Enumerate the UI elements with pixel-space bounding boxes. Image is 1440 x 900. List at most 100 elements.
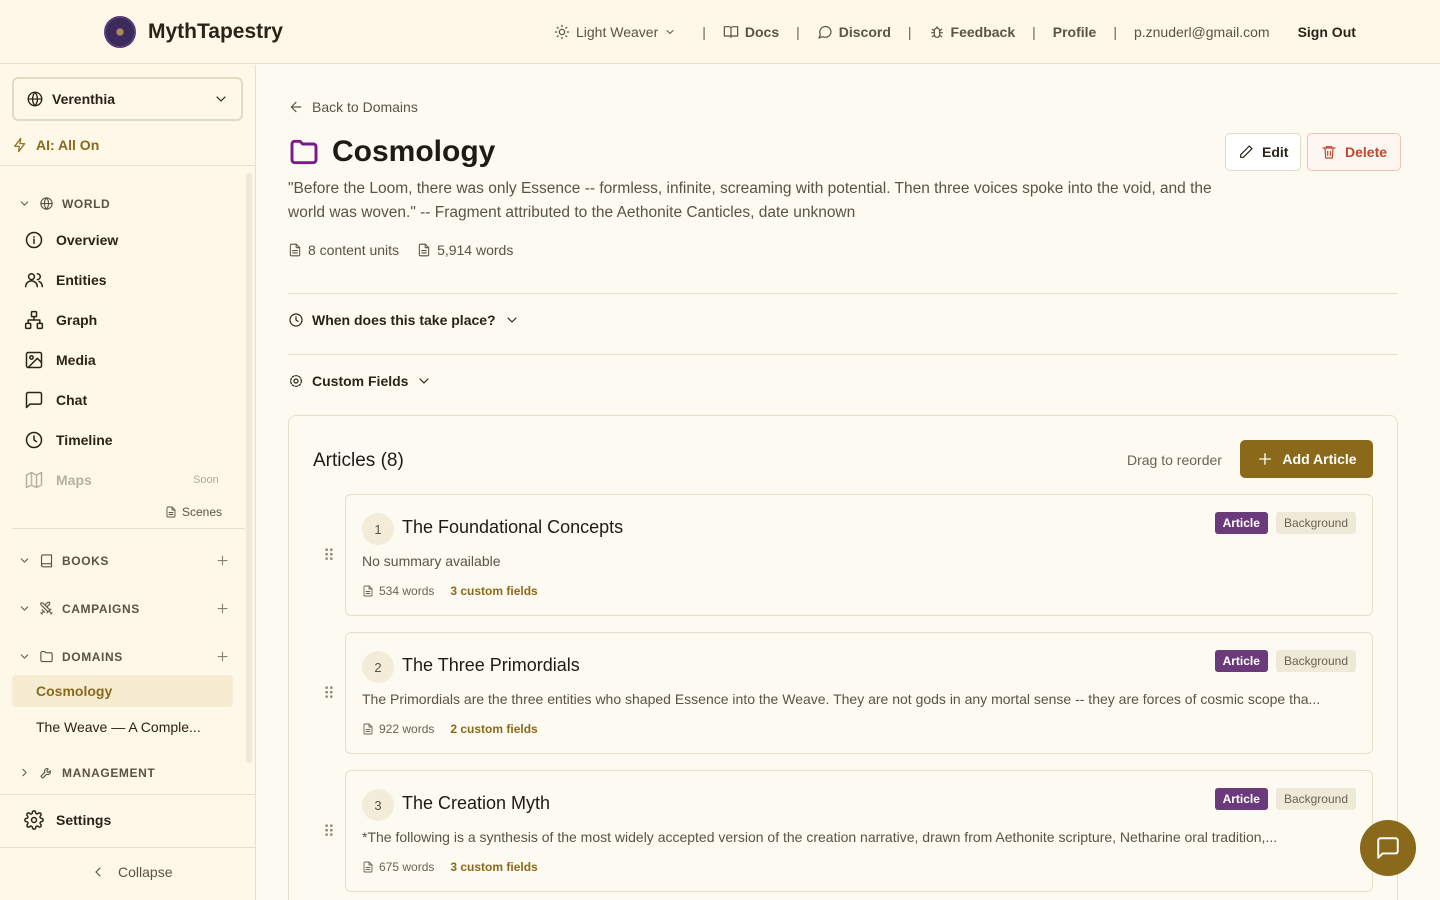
chevron-down-icon — [20, 606, 29, 611]
users-icon — [24, 273, 44, 288]
folder-icon — [40, 650, 53, 663]
feedback-label: Feedback — [950, 24, 1016, 40]
discord-link[interactable]: Discord — [817, 24, 891, 40]
collapse-button[interactable]: Collapse — [90, 864, 172, 880]
plus-icon[interactable] — [215, 553, 230, 568]
chevron-down-icon — [20, 654, 29, 659]
file-text-icon — [363, 585, 373, 597]
logo-icon[interactable] — [104, 16, 136, 48]
edit-button[interactable]: Edit — [1225, 133, 1302, 171]
badge-background: Background — [1275, 512, 1356, 534]
when-label: When does this take place? — [312, 312, 496, 328]
article-card[interactable]: 3 The Creation Myth Article Background *… — [345, 770, 1373, 892]
drag-handle-icon[interactable]: ⠿ — [323, 684, 335, 704]
section-management-label: MANAGEMENT — [62, 765, 156, 780]
article-summary: The Primordials are the three entities w… — [362, 691, 1321, 707]
sidebar-item-entities[interactable]: Entities — [24, 270, 224, 290]
content-units-label: 8 content units — [308, 242, 400, 258]
section-books[interactable]: BOOKS — [18, 553, 230, 568]
scenes-link[interactable]: Scenes — [165, 505, 222, 519]
page-title-row: Cosmology — [288, 135, 495, 169]
sidebar-item-timeline[interactable]: Timeline — [24, 430, 224, 450]
folder-icon — [290, 139, 318, 165]
drag-hint: Drag to reorder — [1127, 452, 1222, 468]
add-article-button[interactable]: Add Article — [1240, 440, 1373, 478]
top-nav: Light Weaver | Docs | Discord | Feedback… — [554, 0, 1356, 64]
book-open-icon — [723, 26, 739, 38]
chevron-right-icon — [22, 768, 27, 777]
ai-toggle[interactable]: AI: All On — [12, 137, 99, 153]
sun-icon — [554, 24, 570, 40]
sidebar-item-label: Graph — [56, 312, 98, 328]
sidebar-item-media[interactable]: Media — [24, 350, 224, 370]
article-card[interactable]: 2 The Three Primordials Article Backgrou… — [345, 632, 1373, 754]
user-email: p.znuderl@gmail.com — [1133, 24, 1270, 40]
sidebar-scrollbar[interactable] — [246, 173, 252, 763]
custom-fields-toggle[interactable]: Custom Fields — [288, 373, 432, 389]
section-divider — [288, 354, 1398, 355]
file-text-icon — [418, 243, 430, 257]
plus-icon[interactable] — [215, 649, 230, 664]
section-world[interactable]: WORLD — [18, 196, 230, 211]
sidebar-item-graph[interactable]: Graph — [24, 310, 224, 330]
custom-fields-count[interactable]: 3 custom fields — [450, 860, 537, 874]
custom-fields-count[interactable]: 3 custom fields — [450, 584, 537, 598]
sidebar-item-overview[interactable]: Overview — [24, 230, 224, 250]
article-summary: No summary available — [362, 553, 501, 569]
collapse-label: Collapse — [118, 864, 173, 880]
sign-out-button[interactable]: Sign Out — [1298, 24, 1356, 40]
sidebar-item-label: Media — [56, 352, 96, 368]
article-card[interactable]: 1 The Foundational Concepts Article Back… — [345, 494, 1373, 616]
world-selector[interactable]: Verenthia — [12, 77, 243, 121]
sidebar-item-label: Entities — [56, 272, 107, 288]
plus-icon[interactable] — [215, 601, 230, 616]
article-meta: 675 words 3 custom fields — [362, 860, 538, 874]
drag-handle-icon[interactable]: ⠿ — [323, 546, 335, 566]
theme-selector[interactable]: Light Weaver — [554, 24, 676, 40]
info-icon — [25, 231, 43, 249]
badge-article: Article — [1214, 650, 1268, 672]
delete-button[interactable]: Delete — [1307, 133, 1402, 171]
feedback-link[interactable]: Feedback — [929, 24, 1016, 40]
custom-fields-count[interactable]: 2 custom fields — [450, 722, 537, 736]
message-circle-icon — [818, 25, 832, 39]
pencil-icon — [1240, 145, 1253, 158]
content-units-stat: 8 content units — [288, 242, 399, 258]
badge-article: Article — [1214, 512, 1268, 534]
section-domains-label: DOMAINS — [62, 649, 123, 664]
clock-icon — [25, 431, 43, 449]
profile-link[interactable]: Profile — [1053, 24, 1097, 40]
docs-link[interactable]: Docs — [723, 24, 779, 40]
sidebar-domain-the-weave[interactable]: The Weave — A Comple... — [12, 711, 233, 743]
article-title[interactable]: The Creation Myth — [402, 793, 550, 814]
section-management[interactable]: MANAGEMENT — [18, 765, 230, 780]
sidebar-item-label: Chat — [56, 392, 88, 408]
image-icon — [25, 351, 43, 369]
sidebar: Verenthia AI: All On WORLD Overview Enti… — [0, 65, 256, 900]
when-toggle[interactable]: When does this take place? — [288, 312, 520, 328]
sidebar-item-chat[interactable]: Chat — [24, 390, 224, 410]
drag-handle-icon[interactable]: ⠿ — [323, 822, 335, 842]
sidebar-domain-cosmology[interactable]: Cosmology — [12, 675, 233, 707]
badge-article: Article — [1214, 788, 1268, 810]
section-domains[interactable]: DOMAINS — [18, 649, 230, 664]
section-divider — [288, 293, 1398, 294]
articles-title: Articles (8) — [313, 450, 404, 471]
chat-fab-button[interactable] — [1360, 820, 1416, 876]
brand-name[interactable]: MythTapestry — [148, 20, 283, 44]
nav-separator: | — [1113, 24, 1117, 40]
chevron-left-icon — [95, 867, 101, 877]
gear-icon — [24, 810, 44, 830]
article-title[interactable]: The Three Primordials — [402, 655, 580, 676]
edit-label: Edit — [1262, 144, 1289, 160]
section-campaigns[interactable]: CAMPAIGNS — [18, 601, 230, 616]
wrench-icon — [40, 768, 51, 779]
article-word-count: 922 words — [362, 722, 434, 736]
domain-description: "Before the Loom, there was only Essence… — [288, 180, 1212, 221]
settings-button[interactable]: Settings — [24, 810, 111, 830]
clock-icon — [289, 313, 303, 327]
discord-label: Discord — [838, 24, 891, 40]
back-to-domains-link[interactable]: Back to Domains — [288, 99, 418, 115]
chevron-down-icon — [20, 201, 29, 206]
article-title[interactable]: The Foundational Concepts — [402, 517, 623, 538]
